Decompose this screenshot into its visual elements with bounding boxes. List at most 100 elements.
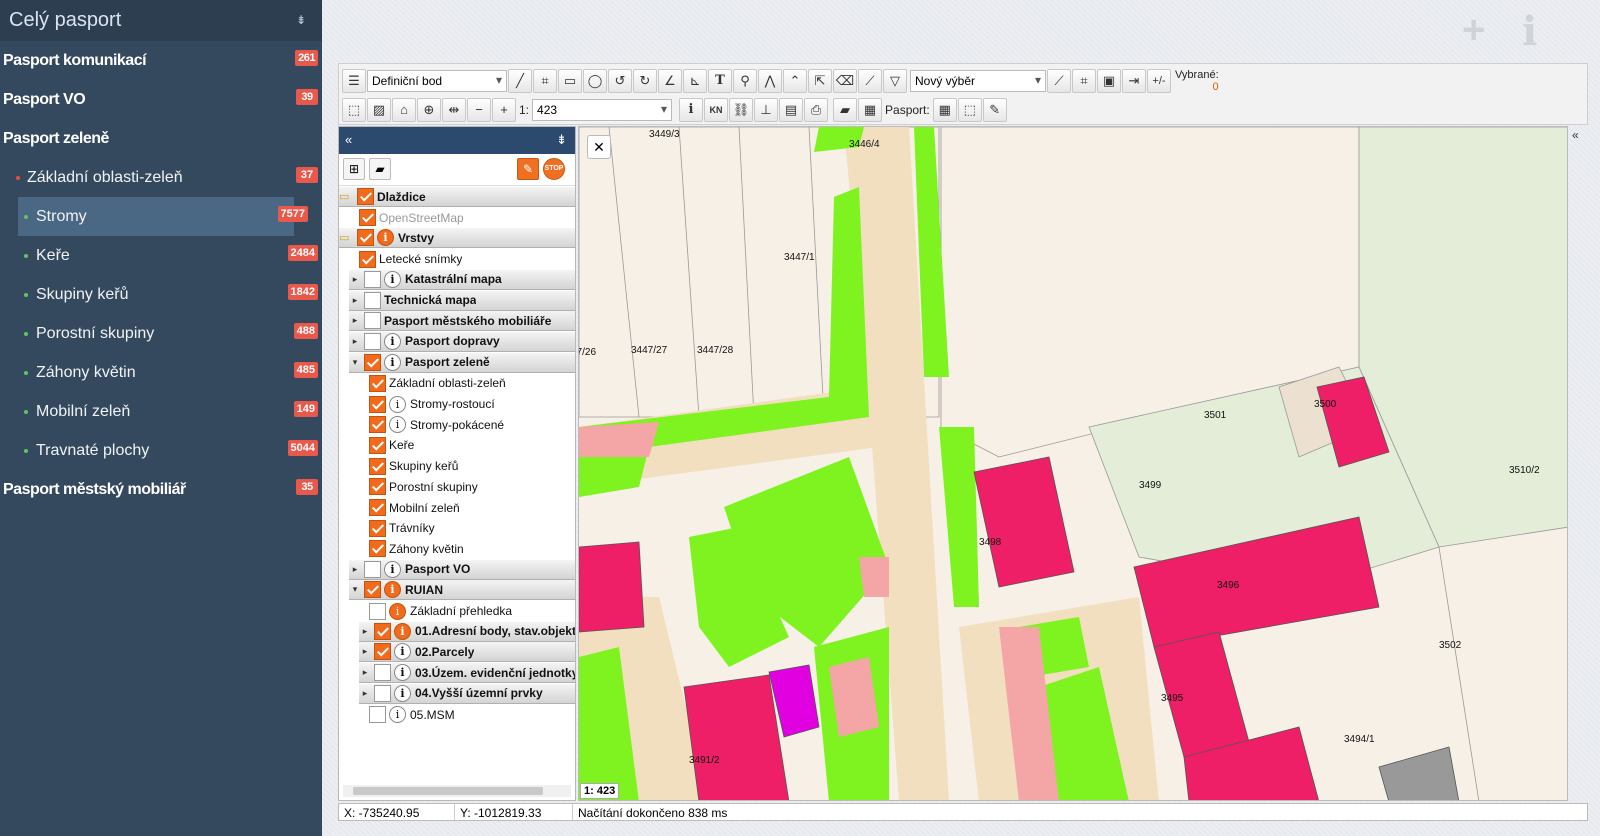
select-export-icon[interactable]: ⇥ — [1122, 68, 1146, 93]
info-icon[interactable]: i — [389, 602, 406, 620]
vertex-edit-icon[interactable]: ⌃ — [783, 68, 807, 93]
layer-row[interactable]: ▭ Dlaždice — [339, 187, 575, 207]
pin-panel-icon[interactable]: ⇟ — [556, 132, 567, 148]
select-arrow-icon[interactable]: ⇱ — [808, 68, 832, 93]
layer-row[interactable]: i 05.MSM — [369, 705, 575, 725]
layer-checkbox[interactable] — [374, 664, 391, 682]
stop-icon[interactable]: STOP — [543, 158, 565, 180]
info-icon[interactable]: i — [377, 229, 394, 247]
layer-checkbox[interactable] — [369, 602, 386, 620]
layer-row[interactable]: ▸ Technická mapa — [349, 290, 575, 311]
info-icon[interactable]: i — [389, 395, 406, 413]
layer-row[interactable]: Keře — [369, 435, 575, 455]
layer-checkbox[interactable] — [359, 250, 376, 268]
sidebar-item[interactable]: Keře 2484 — [0, 236, 322, 275]
plus-minus-icon[interactable]: +/- — [1147, 68, 1171, 93]
zoom-select-icon[interactable]: ⬚ — [342, 97, 366, 122]
select-line-icon[interactable]: ⟋ — [1047, 68, 1071, 93]
rotate-left-icon[interactable]: ↺ — [608, 68, 632, 93]
layer-checkbox[interactable] — [364, 353, 381, 371]
info-icon[interactable]: i — [384, 581, 401, 599]
layer-checkbox[interactable] — [364, 560, 381, 578]
sidebar-header[interactable]: Celý pasport ⇟ — [0, 0, 322, 41]
layer-row[interactable]: i Stromy-pokácené — [369, 415, 575, 435]
layer-checkbox[interactable] — [369, 478, 386, 496]
layers-expand-icon[interactable]: ⊞ — [343, 158, 365, 180]
layer-checkbox[interactable] — [369, 374, 386, 392]
ruler-icon[interactable]: ⊥ — [754, 97, 779, 122]
chevron-right-icon[interactable]: ▸ — [349, 274, 361, 285]
triangle-icon[interactable]: ▽ — [883, 68, 907, 93]
layer-checkbox[interactable] — [364, 291, 381, 309]
layer-checkbox[interactable] — [369, 457, 386, 475]
info-icon[interactable]: i — [394, 684, 411, 702]
scale-select[interactable]: 423 — [532, 98, 673, 121]
info-icon[interactable]: i — [384, 270, 401, 288]
chevron-right-icon[interactable]: ▸ — [349, 564, 361, 575]
layer-row[interactable]: Skupiny keřů — [369, 456, 575, 476]
sidebar-item[interactable]: Pasport komunikací 261 — [0, 41, 322, 80]
layer-row[interactable]: ▸ i 04.Vyšší územní prvky — [359, 683, 575, 704]
layer-row[interactable]: ▸ i Pasport dopravy — [349, 331, 575, 352]
layer-row[interactable]: ▸ i 03.Územ. evidenční jednotky — [359, 663, 575, 684]
text-icon[interactable]: T — [708, 68, 732, 93]
close-icon[interactable]: ✕ — [587, 135, 611, 159]
snap-select[interactable]: Definiční bod — [367, 69, 507, 92]
home-icon[interactable]: ⌂ — [392, 97, 416, 122]
layer-checkbox[interactable] — [364, 270, 381, 288]
sidebar-item[interactable]: Stromy 7577 — [18, 197, 308, 236]
layer-checkbox[interactable] — [369, 519, 386, 537]
info-icon[interactable]: i — [394, 643, 411, 661]
zoom-in-icon[interactable]: + — [492, 97, 516, 122]
sidebar-item[interactable]: Mobilní zeleň 149 — [0, 392, 322, 431]
select-rect-icon[interactable]: ▣ — [1097, 68, 1121, 93]
layer-row[interactable]: Porostní skupiny — [369, 477, 575, 497]
layer-checkbox[interactable] — [369, 499, 386, 516]
layer-checkbox[interactable] — [359, 209, 376, 227]
plus-icon[interactable]: + — [1462, 8, 1485, 53]
zoom-out-icon[interactable]: − — [467, 97, 491, 122]
layer-checkbox[interactable] — [369, 436, 386, 454]
rotate-right-icon[interactable]: ↻ — [633, 68, 657, 93]
chevron-right-icon[interactable]: ▸ — [349, 336, 361, 347]
layer-row[interactable]: Letecké snímky — [359, 249, 575, 269]
save-icon[interactable]: ▦ — [858, 97, 883, 122]
layer-row[interactable]: Záhony květin — [369, 539, 575, 559]
identify-icon[interactable]: i — [679, 97, 704, 122]
layers-scrollbar[interactable] — [343, 785, 571, 797]
point-icon[interactable]: ⚲ — [733, 68, 757, 93]
angle-icon[interactable]: ∠ — [658, 68, 682, 93]
layer-checkbox[interactable] — [364, 332, 381, 350]
layer-row[interactable]: ▸ i 01.Adresní body, stav.objekty — [359, 621, 575, 642]
layer-checkbox[interactable] — [357, 188, 374, 205]
sidebar-item[interactable]: Pasport VO 39 — [0, 80, 322, 119]
layer-checkbox[interactable] — [369, 540, 386, 558]
info-icon[interactable]: i — [389, 706, 406, 723]
link-icon[interactable]: ⛓ — [729, 97, 754, 122]
layer-checkbox[interactable] — [364, 312, 381, 330]
pan-icon[interactable]: ⇹ — [442, 97, 466, 122]
layer-checkbox[interactable] — [369, 706, 386, 723]
layers-folder-icon[interactable]: ▰ — [369, 158, 391, 180]
chevron-right-icon[interactable]: ▸ — [359, 646, 371, 657]
sidebar-item[interactable]: Pasport zeleně — [0, 119, 322, 158]
selection-select[interactable]: Nový výběr — [910, 69, 1046, 92]
layer-checkbox[interactable] — [364, 581, 381, 599]
chevron-right-icon[interactable]: ▸ — [359, 667, 371, 678]
info-icon[interactable]: i — [394, 664, 411, 682]
info-icon[interactable]: i — [384, 560, 401, 578]
layer-checkbox[interactable] — [369, 395, 386, 413]
layer-checkbox[interactable] — [369, 416, 386, 434]
eraser-icon[interactable]: ⌫ — [833, 68, 857, 93]
open-folder-icon[interactable]: ▰ — [833, 97, 858, 122]
locate-icon[interactable]: ⊕ — [417, 97, 441, 122]
chart-icon[interactable]: ▤ — [779, 97, 804, 122]
layer-row[interactable]: Trávníky — [369, 518, 575, 538]
collapse-left-icon[interactable]: « — [345, 132, 352, 147]
chevron-right-icon[interactable]: ▸ — [349, 295, 361, 306]
pasport-edit-icon[interactable]: ✎ — [982, 97, 1007, 122]
pin-icon[interactable]: ⇟ — [296, 13, 306, 27]
info-icon[interactable]: i — [394, 622, 411, 640]
vertex-icon[interactable]: ⋀ — [758, 68, 782, 93]
layer-checkbox[interactable] — [374, 684, 391, 702]
